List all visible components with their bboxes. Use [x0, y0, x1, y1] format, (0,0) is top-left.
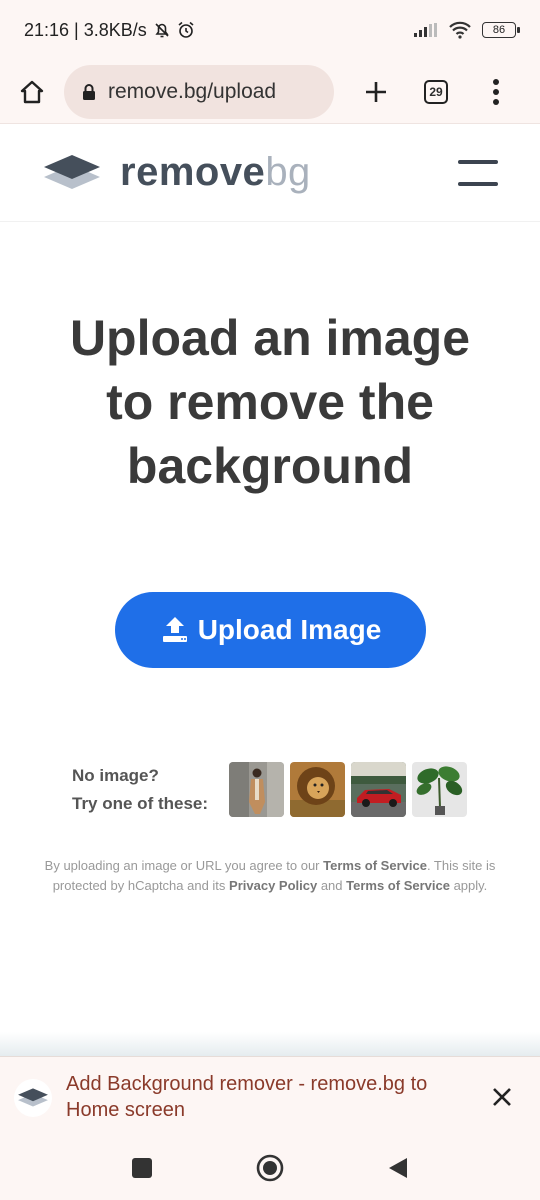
upload-label: Upload Image	[197, 614, 382, 645]
more-vert-icon	[493, 78, 499, 105]
samples-label: No image? Try one of these:	[72, 762, 208, 818]
terms-notice: By uploading an image or URL you agree t…	[20, 856, 520, 896]
upload-icon	[162, 617, 187, 642]
plant-sample-icon	[412, 762, 467, 817]
lion-sample-icon	[290, 762, 345, 817]
sample-car-thumbnail[interactable]	[351, 762, 406, 817]
wifi-icon	[449, 21, 471, 39]
status-time-speed: 21:16 | 3.8KB/s	[24, 19, 147, 40]
home-circle-icon[interactable]	[255, 1153, 285, 1183]
address-bar[interactable]: remove.bg/upload	[64, 64, 334, 119]
home-button[interactable]	[0, 60, 64, 124]
recents-icon[interactable]	[131, 1157, 153, 1179]
close-icon[interactable]	[488, 1083, 516, 1111]
signal-icon	[414, 23, 437, 37]
app-icon	[14, 1079, 52, 1117]
hcaptcha-terms-link[interactable]: Terms of Service	[346, 878, 450, 893]
sample-images-section: No image? Try one of these:	[72, 760, 472, 820]
tab-switcher-button[interactable]: 29	[406, 60, 466, 124]
samples-line-2: Try one of these:	[72, 794, 209, 813]
menu-button[interactable]	[466, 60, 526, 124]
terms-text-3: and	[317, 878, 347, 893]
removebg-logo-icon	[44, 154, 100, 189]
headline-line-2: to remove the	[106, 374, 434, 430]
woman-sample-icon	[229, 762, 284, 817]
new-tab-button[interactable]	[346, 60, 406, 124]
privacy-policy-link[interactable]: Privacy Policy	[229, 878, 317, 893]
lock-icon	[83, 83, 95, 100]
removebg-app-icon	[18, 1088, 48, 1107]
logo-word-bg: bg	[265, 150, 311, 194]
hamburger-line	[458, 182, 498, 186]
system-nav-bar	[0, 1136, 540, 1200]
alarm-icon	[178, 21, 194, 38]
hamburger-line	[458, 160, 498, 164]
site-logo[interactable]: removebg	[42, 150, 311, 195]
battery-level: 86	[492, 24, 506, 36]
logo-text: removebg	[120, 150, 311, 195]
sample-woman-thumbnail[interactable]	[229, 762, 284, 817]
logo-word-remove: remove	[120, 150, 266, 194]
headline-line-1: Upload an image	[69, 310, 471, 366]
browser-toolbar: remove.bg/upload 29	[0, 60, 540, 124]
terms-of-service-link[interactable]: Terms of Service	[323, 858, 427, 873]
status-bar: 21:16 | 3.8KB/s 86	[0, 0, 540, 60]
terms-text-1: By uploading an image or URL you agree t…	[44, 858, 324, 873]
battery-icon: 86	[482, 22, 520, 38]
samples-line-1: No image?	[72, 766, 159, 785]
add-to-home-text: Add Background remover - remove.bg to Ho…	[66, 1073, 428, 1121]
site-header: removebg	[0, 124, 540, 222]
status-left: 21:16 | 3.8KB/s	[24, 20, 195, 41]
page-headline: Upload an image to remove the background	[20, 306, 520, 498]
add-to-home-banner[interactable]: Add Background remover - remove.bg to Ho…	[0, 1056, 540, 1136]
sample-thumbnails	[229, 762, 467, 817]
upload-image-button[interactable]: Upload Image	[115, 592, 426, 668]
tab-count: 29	[429, 84, 443, 99]
banner-shadow	[0, 1032, 540, 1056]
terms-text-4: apply.	[449, 878, 488, 893]
status-right: 86	[414, 21, 520, 39]
headline-line-3: background	[126, 438, 414, 494]
tab-count-icon: 29	[424, 79, 448, 104]
plus-icon	[366, 81, 386, 102]
car-sample-icon	[351, 762, 406, 817]
back-icon[interactable]	[387, 1156, 409, 1180]
mute-notification-icon	[155, 23, 169, 38]
sample-lion-thumbnail[interactable]	[290, 762, 345, 817]
hamburger-menu-button[interactable]	[458, 160, 498, 186]
url-text: remove.bg/upload	[108, 79, 277, 103]
sample-plant-thumbnail[interactable]	[412, 762, 467, 817]
home-icon	[20, 80, 44, 103]
